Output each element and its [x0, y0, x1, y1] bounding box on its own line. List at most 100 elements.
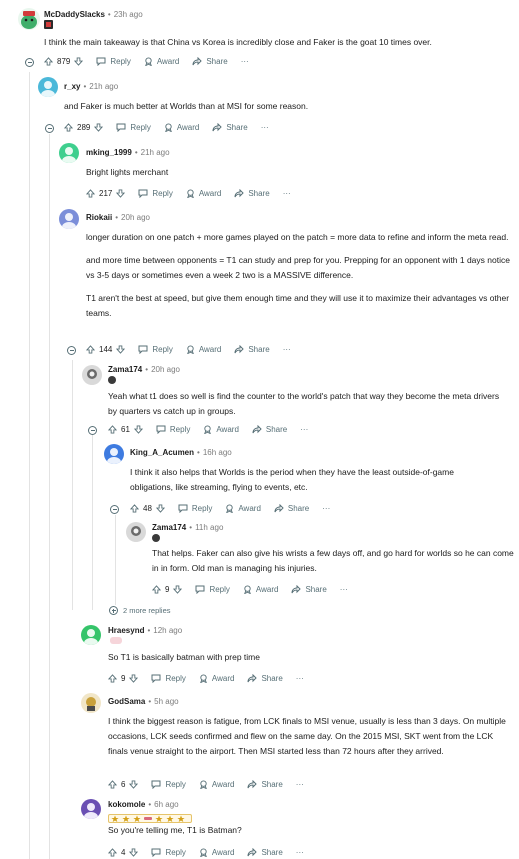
- upvote-icon[interactable]: [108, 425, 117, 434]
- downvote-icon[interactable]: [133, 425, 143, 434]
- username[interactable]: r_xy: [64, 82, 80, 91]
- reply-button[interactable]: Reply: [116, 123, 151, 132]
- reply-button[interactable]: Reply: [151, 780, 186, 789]
- thread-line[interactable]: [115, 515, 116, 605]
- avatar[interactable]: [59, 143, 79, 163]
- thread-line[interactable]: [72, 360, 73, 610]
- downvote-icon[interactable]: [129, 848, 139, 857]
- share-button[interactable]: Share: [234, 189, 270, 198]
- more-options-button[interactable]: ···: [283, 189, 291, 198]
- downvote-icon[interactable]: [94, 123, 104, 132]
- downvote-icon[interactable]: [129, 674, 139, 683]
- collapse-thread-button[interactable]: [45, 124, 54, 133]
- upvote-icon[interactable]: [108, 780, 117, 789]
- username[interactable]: McDaddySlacks: [44, 10, 105, 19]
- award-button[interactable]: Award: [199, 674, 234, 683]
- username[interactable]: Zama174: [108, 365, 142, 374]
- username[interactable]: mking_1999: [86, 148, 132, 157]
- downvote-icon[interactable]: [74, 57, 84, 66]
- timestamp[interactable]: 20h ago: [121, 213, 150, 222]
- avatar[interactable]: [126, 522, 146, 542]
- timestamp[interactable]: 12h ago: [153, 626, 182, 635]
- more-options-button[interactable]: ···: [300, 425, 308, 434]
- downvote-icon[interactable]: [129, 780, 139, 789]
- more-options-button[interactable]: ···: [296, 848, 304, 857]
- reply-button[interactable]: Reply: [138, 189, 173, 198]
- more-options-button[interactable]: ···: [241, 57, 249, 66]
- timestamp[interactable]: 11h ago: [195, 523, 223, 532]
- reply-button[interactable]: Reply: [151, 674, 186, 683]
- reply-button[interactable]: Reply: [156, 425, 190, 434]
- share-button[interactable]: Share: [247, 848, 283, 857]
- upvote-icon[interactable]: [86, 189, 95, 198]
- reply-button[interactable]: Reply: [138, 345, 173, 354]
- share-button[interactable]: Share: [247, 674, 283, 683]
- avatar[interactable]: [38, 77, 58, 97]
- upvote-icon[interactable]: [108, 674, 117, 683]
- username[interactable]: kokomole: [108, 800, 145, 809]
- username[interactable]: GodSama: [108, 697, 145, 706]
- thread-line[interactable]: [92, 435, 93, 610]
- share-button[interactable]: Share: [212, 123, 248, 132]
- award-button[interactable]: Award: [203, 425, 239, 434]
- reply-button[interactable]: Reply: [151, 848, 186, 857]
- share-button[interactable]: Share: [234, 345, 270, 354]
- timestamp[interactable]: 23h ago: [114, 10, 143, 19]
- more-options-button[interactable]: ···: [296, 674, 304, 683]
- award-button[interactable]: Award: [186, 189, 221, 198]
- upvote-icon[interactable]: [44, 57, 53, 66]
- upvote-icon[interactable]: [130, 504, 139, 513]
- avatar[interactable]: [104, 444, 124, 464]
- collapse-thread-button[interactable]: [88, 426, 97, 435]
- downvote-icon[interactable]: [116, 345, 126, 354]
- collapse-thread-button[interactable]: [25, 58, 34, 67]
- downvote-icon[interactable]: [173, 585, 183, 594]
- timestamp[interactable]: 21h ago: [89, 82, 118, 91]
- username[interactable]: Zama174: [152, 523, 186, 532]
- more-options-button[interactable]: ···: [296, 780, 304, 789]
- timestamp[interactable]: 5h ago: [154, 697, 178, 706]
- more-replies-link[interactable]: 2 more replies: [109, 606, 171, 615]
- timestamp[interactable]: 6h ago: [154, 800, 178, 809]
- downvote-icon[interactable]: [155, 504, 165, 513]
- award-button[interactable]: Award: [199, 780, 234, 789]
- avatar[interactable]: [59, 209, 79, 229]
- more-options-button[interactable]: ···: [322, 504, 330, 513]
- more-options-button[interactable]: ···: [261, 123, 269, 132]
- share-button[interactable]: Share: [252, 425, 287, 434]
- award-button[interactable]: Award: [144, 57, 179, 66]
- downvote-icon[interactable]: [116, 189, 126, 198]
- avatar[interactable]: [82, 365, 102, 385]
- avatar[interactable]: [81, 625, 101, 645]
- award-button[interactable]: Award: [186, 345, 221, 354]
- username[interactable]: Hraesynd: [108, 626, 144, 635]
- upvote-icon[interactable]: [64, 123, 73, 132]
- avatar[interactable]: [81, 693, 101, 713]
- timestamp[interactable]: 20h ago: [151, 365, 180, 374]
- reply-button[interactable]: Reply: [195, 585, 230, 594]
- share-button[interactable]: Share: [192, 57, 228, 66]
- username[interactable]: King_A_Acumen: [130, 448, 194, 457]
- username[interactable]: Riokaii: [86, 213, 112, 222]
- avatar[interactable]: [81, 799, 101, 819]
- reply-button[interactable]: Reply: [178, 504, 212, 513]
- award-button[interactable]: Award: [199, 848, 234, 857]
- collapse-thread-button[interactable]: [67, 346, 76, 355]
- timestamp[interactable]: 16h ago: [203, 448, 232, 457]
- thread-line[interactable]: [49, 134, 50, 859]
- collapse-thread-button[interactable]: [110, 505, 119, 514]
- thread-line[interactable]: [29, 72, 30, 859]
- share-button[interactable]: Share: [247, 780, 283, 789]
- share-button[interactable]: Share: [291, 585, 327, 594]
- more-options-button[interactable]: ···: [340, 585, 348, 594]
- upvote-icon[interactable]: [86, 345, 95, 354]
- upvote-icon[interactable]: [108, 848, 117, 857]
- reply-button[interactable]: Reply: [96, 57, 131, 66]
- timestamp[interactable]: 21h ago: [141, 148, 170, 157]
- award-button[interactable]: Award: [164, 123, 199, 132]
- upvote-icon[interactable]: [152, 585, 161, 594]
- share-button[interactable]: Share: [274, 504, 309, 513]
- avatar[interactable]: [18, 8, 40, 30]
- award-button[interactable]: Award: [225, 504, 261, 513]
- award-button[interactable]: Award: [243, 585, 278, 594]
